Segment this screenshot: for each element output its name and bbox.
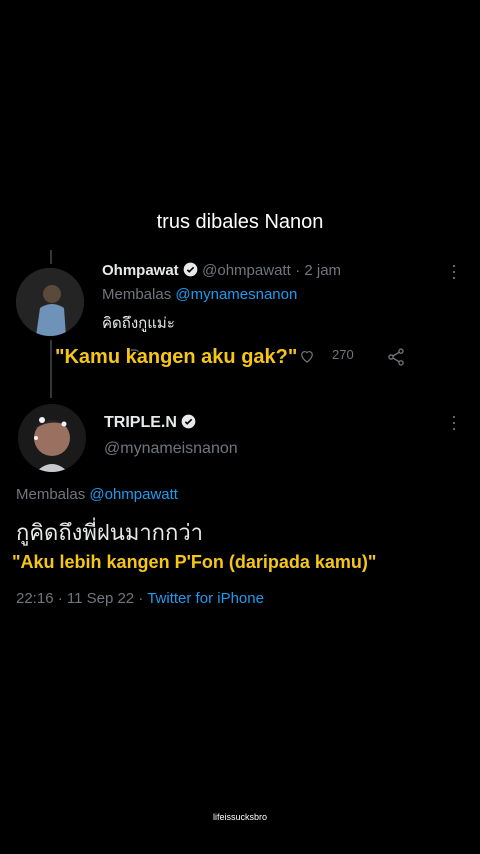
replying-label: Membalas <box>102 286 172 303</box>
thread-line-top <box>50 250 52 264</box>
replying-to-link[interactable]: @ohmpawatt <box>89 486 178 503</box>
reply-handle[interactable]: @ohmpawatt <box>202 262 291 279</box>
main-tweet-header: TRIPLE.N <box>104 414 196 434</box>
replying-label: Membalas <box>16 486 86 503</box>
reply-replying-to: Membalas @mynamesnanon <box>102 286 297 303</box>
main-replying-to: Membalas @ohmpawatt <box>16 486 178 503</box>
footer-watermark: lifeissucksbro <box>212 812 268 822</box>
reply-tweet-text: คิดถึงกูแม่ะ <box>102 315 175 332</box>
thread-line-connector <box>50 340 52 398</box>
avatar-ohmpawat[interactable] <box>16 268 84 336</box>
more-icon[interactable]: · · · <box>451 407 457 437</box>
reply-time: · 2 jam <box>295 262 342 279</box>
like-count: 270 <box>332 347 354 362</box>
main-tweet-meta: 22:16 · 11 Sep 22 · Twitter for iPhone <box>16 590 264 607</box>
main-tweet-text: กูคิดถึงพี่ฝนมากกว่า <box>16 520 204 545</box>
main-timestamp: 22:16 · 11 Sep 22 · <box>16 590 144 607</box>
verified-icon <box>181 414 196 434</box>
share-icon[interactable] <box>386 347 406 370</box>
reply-display-name[interactable]: Ohmpawat <box>102 262 179 279</box>
like-icon[interactable] <box>298 347 316 368</box>
main-handle[interactable]: @mynameisnanon <box>104 440 238 458</box>
client-link[interactable]: Twitter for iPhone <box>147 590 264 607</box>
video-caption: trus dibales Nanon <box>156 211 324 233</box>
main-subtitle: "Aku lebih kangen P'Fon (daripada kamu)" <box>12 552 377 572</box>
verified-icon <box>183 262 198 282</box>
reply-tweet-header: Ohmpawat @ohmpawatt · 2 jam <box>102 262 341 282</box>
replying-to-link[interactable]: @mynamesnanon <box>175 286 297 303</box>
reply-subtitle: "Kamu kangen aku gak?" <box>55 346 298 368</box>
avatar-triple-n[interactable] <box>18 404 86 472</box>
more-icon[interactable]: · · · <box>451 256 457 286</box>
main-display-name[interactable]: TRIPLE.N <box>104 414 177 431</box>
